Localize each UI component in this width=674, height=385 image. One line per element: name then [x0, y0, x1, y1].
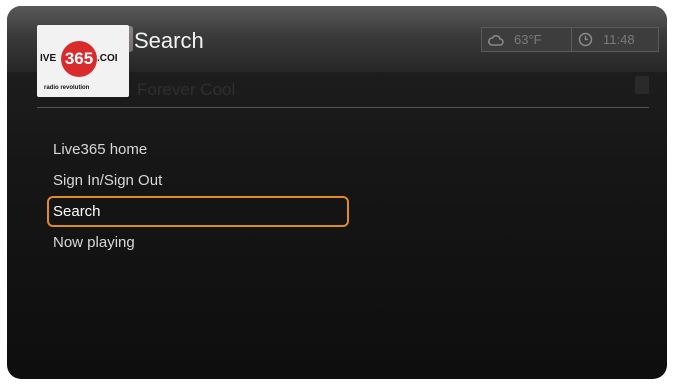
menu-item-live365-home[interactable]: Live365 home	[47, 134, 349, 165]
main-menu: Live365 home Sign In/Sign Out Search Now…	[47, 134, 349, 258]
live365-logo: IVE 365 .COI radio revolution	[37, 25, 129, 97]
logo-number: 365	[61, 41, 97, 77]
logo-tagline: radio revolution	[44, 85, 90, 91]
time-value: 11:48	[603, 32, 635, 47]
clock-icon	[578, 32, 593, 47]
page-title: Search	[134, 28, 204, 53]
menu-item-search[interactable]: Search	[47, 196, 349, 227]
logo-text-right: .COI	[97, 53, 118, 64]
cloud-icon	[488, 33, 504, 47]
menu-item-sign-in-out[interactable]: Sign In/Sign Out	[47, 165, 349, 196]
logo-text-left: IVE	[40, 53, 57, 64]
background-icon	[635, 76, 649, 94]
background-station-title: Forever Cool	[137, 80, 236, 99]
app-screen: Forever Cool IVE 365 .COI radio revoluti…	[7, 6, 667, 379]
clock-indicator: 11:48	[571, 27, 659, 52]
divider	[37, 107, 649, 108]
weather-indicator: 63°F	[481, 27, 573, 52]
temperature-value: 63°F	[514, 32, 542, 47]
menu-item-now-playing[interactable]: Now playing	[47, 227, 349, 258]
